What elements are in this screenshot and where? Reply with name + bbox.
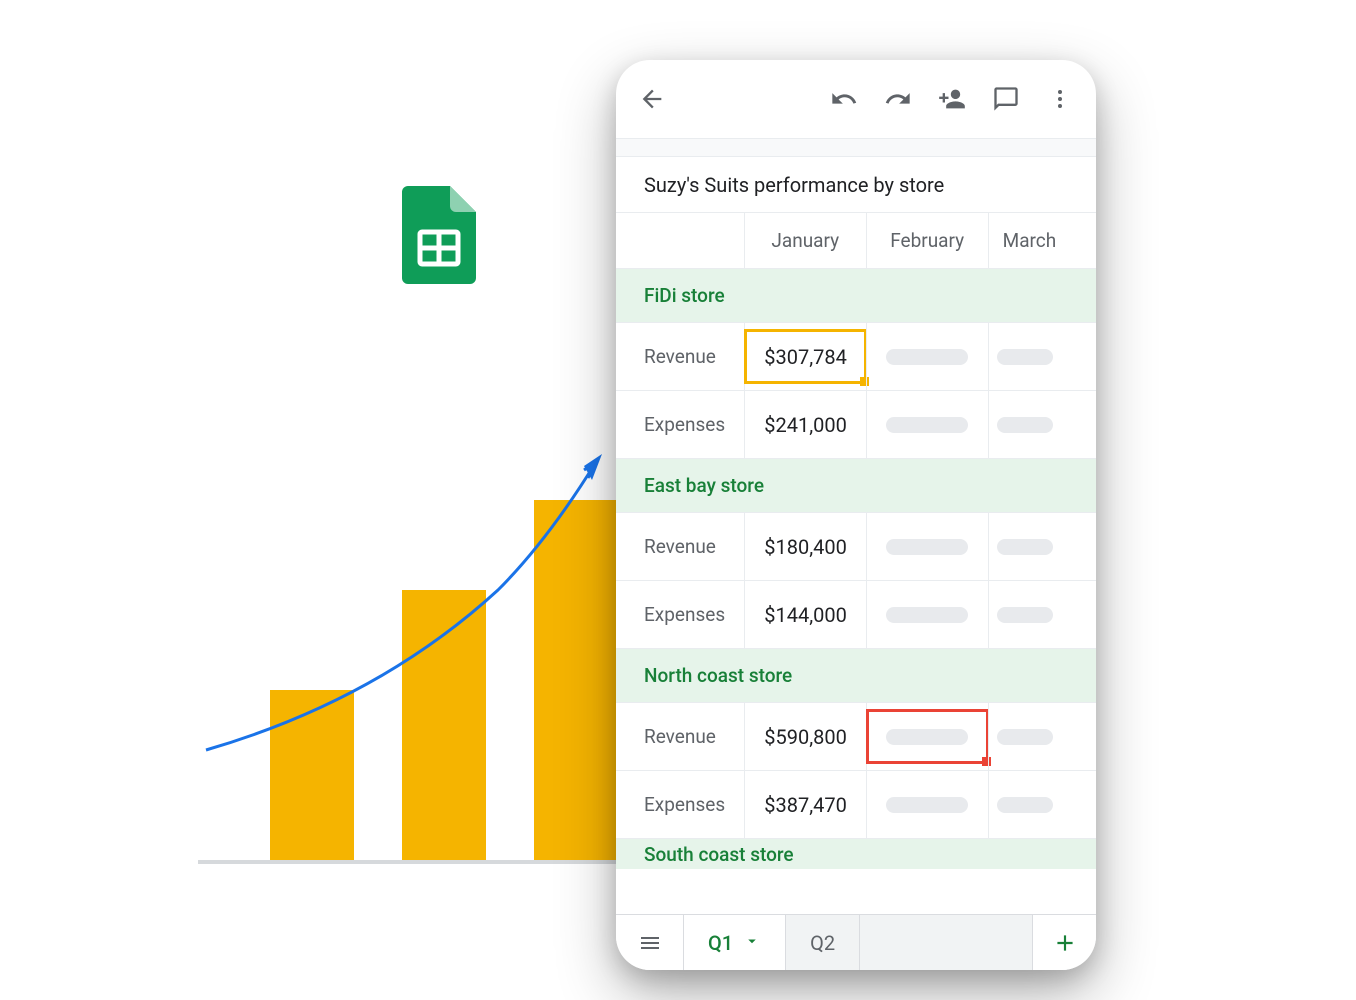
cell-placeholder[interactable] bbox=[866, 323, 988, 390]
group-label: South coast store bbox=[644, 843, 794, 866]
app-toolbar bbox=[616, 60, 1096, 138]
cell-placeholder[interactable] bbox=[866, 513, 988, 580]
column-header-row: January February March bbox=[616, 213, 1096, 269]
more-vert-icon[interactable] bbox=[1046, 85, 1074, 113]
group-header-northcoast[interactable]: North coast store bbox=[616, 649, 1096, 703]
cell-placeholder[interactable] bbox=[988, 391, 1096, 458]
row-label[interactable]: Revenue bbox=[616, 703, 744, 770]
header-stub bbox=[616, 139, 1096, 157]
cell-placeholder[interactable] bbox=[866, 703, 988, 770]
cell-value[interactable]: $180,400 bbox=[744, 513, 866, 580]
row-label[interactable]: Expenses bbox=[616, 771, 744, 838]
group-label: FiDi store bbox=[644, 284, 725, 307]
tab-label: Q1 bbox=[708, 931, 733, 955]
row-label[interactable]: Revenue bbox=[616, 323, 744, 390]
group-label: North coast store bbox=[644, 664, 792, 687]
group-header-eastbay[interactable]: East bay store bbox=[616, 459, 1096, 513]
undo-icon[interactable] bbox=[830, 85, 858, 113]
cell-value[interactable]: $307,784 bbox=[744, 323, 866, 390]
col-header-february[interactable]: February bbox=[866, 213, 988, 268]
comment-icon[interactable] bbox=[992, 85, 1020, 113]
cell-placeholder[interactable] bbox=[988, 581, 1096, 648]
row-label[interactable]: Expenses bbox=[616, 581, 744, 648]
chevron-down-icon bbox=[743, 931, 761, 955]
tab-label: Q2 bbox=[810, 931, 835, 955]
redo-icon[interactable] bbox=[884, 85, 912, 113]
group-label: East bay store bbox=[644, 474, 764, 497]
add-person-icon[interactable] bbox=[938, 85, 966, 113]
group-header-fidi[interactable]: FiDi store bbox=[616, 269, 1096, 323]
back-arrow-icon[interactable] bbox=[638, 85, 666, 113]
col-header-january[interactable]: January bbox=[744, 213, 866, 268]
phone-mockup: Suzy's Suits performance by store Januar… bbox=[616, 60, 1096, 970]
table-row: Revenue $180,400 bbox=[616, 513, 1096, 581]
cell-value[interactable]: $241,000 bbox=[744, 391, 866, 458]
cell-value[interactable]: $144,000 bbox=[744, 581, 866, 648]
cell-placeholder[interactable] bbox=[988, 703, 1096, 770]
row-label[interactable]: Expenses bbox=[616, 391, 744, 458]
table-row: Expenses $241,000 bbox=[616, 391, 1096, 459]
sheet-title-text: Suzy's Suits performance by store bbox=[644, 173, 944, 197]
cell-value[interactable]: $590,800 bbox=[744, 703, 866, 770]
add-sheet-button[interactable] bbox=[1032, 915, 1096, 970]
tab-q2[interactable]: Q2 bbox=[786, 915, 860, 970]
cell-value[interactable]: $387,470 bbox=[744, 771, 866, 838]
cell-placeholder[interactable] bbox=[866, 581, 988, 648]
row-label[interactable]: Revenue bbox=[616, 513, 744, 580]
sheet-title-cell[interactable]: Suzy's Suits performance by store bbox=[616, 157, 1096, 213]
cell-placeholder[interactable] bbox=[866, 771, 988, 838]
table-row: Expenses $387,470 bbox=[616, 771, 1096, 839]
google-sheets-logo-icon bbox=[402, 186, 476, 284]
decorative-bar-chart bbox=[198, 440, 618, 870]
tab-q1[interactable]: Q1 bbox=[684, 915, 786, 970]
col-header-blank[interactable] bbox=[616, 213, 744, 268]
tab-bar-spacer bbox=[860, 915, 1032, 970]
cell-placeholder[interactable] bbox=[988, 323, 1096, 390]
cell-placeholder[interactable] bbox=[866, 391, 988, 458]
table-row: Revenue $590,800 bbox=[616, 703, 1096, 771]
cell-placeholder[interactable] bbox=[988, 513, 1096, 580]
all-sheets-menu-icon[interactable] bbox=[616, 915, 684, 970]
sheet-tab-bar: Q1 Q2 bbox=[616, 914, 1096, 970]
spreadsheet-grid[interactable]: Suzy's Suits performance by store Januar… bbox=[616, 138, 1096, 914]
table-row: Revenue $307,784 bbox=[616, 323, 1096, 391]
col-header-march[interactable]: March bbox=[988, 213, 1096, 268]
cell-placeholder[interactable] bbox=[988, 771, 1096, 838]
group-header-southcoast[interactable]: South coast store bbox=[616, 839, 1096, 869]
table-row: Expenses $144,000 bbox=[616, 581, 1096, 649]
